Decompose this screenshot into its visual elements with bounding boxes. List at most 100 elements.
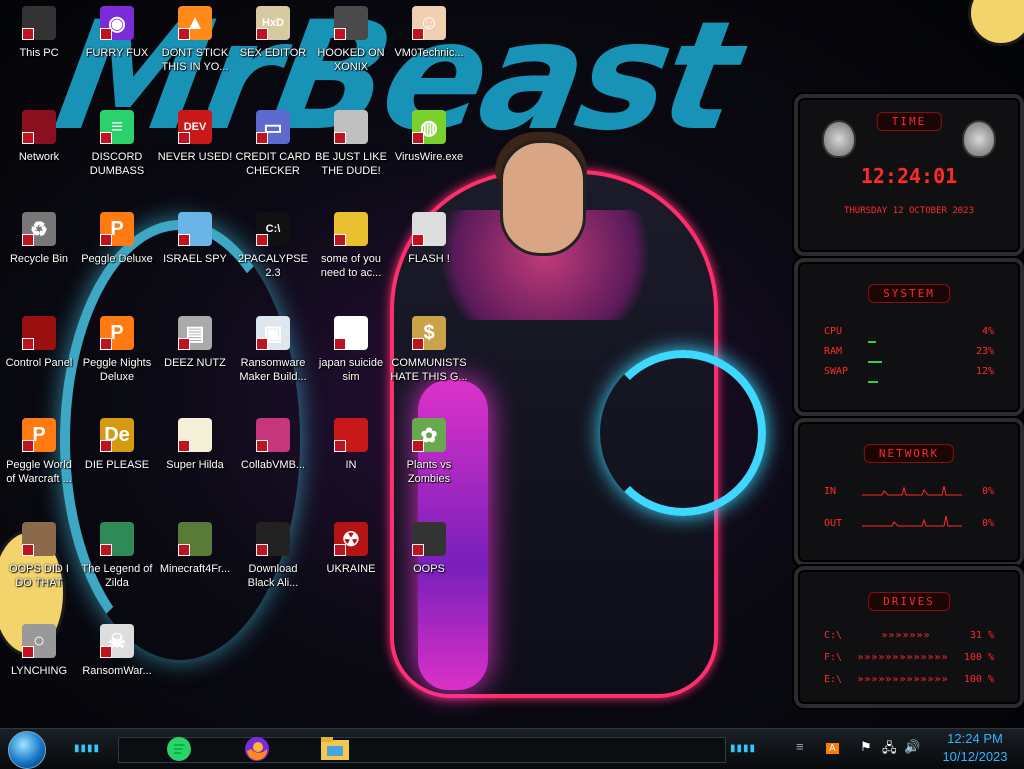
- collabvm-icon: [256, 418, 290, 452]
- time-widget: TIME 12:24:01 THURSDAY 12 OCTOBER 2023: [794, 94, 1024, 256]
- desktop-icon[interactable]: CollabVMB...: [234, 418, 312, 472]
- desktop-icon[interactable]: BE JUST LIKE THE DUDE!: [312, 110, 390, 178]
- desktop-icon-label: OOPS: [413, 563, 445, 575]
- desktop-icon-label: DISCORD DUMBASS: [89, 151, 145, 177]
- shortcut-overlay-icon: [334, 132, 346, 144]
- desktop-icon-label: This PC: [19, 47, 59, 59]
- credit-card-icon: ▭: [256, 110, 290, 144]
- desktop-icon[interactable]: De DIE PLEASE: [78, 418, 156, 472]
- desktop-icon-label: SEX EDITOR: [239, 47, 307, 59]
- network-icon[interactable]: 🖧: [882, 739, 897, 761]
- drive-c-row: C:\»»»»»»» 31 %: [824, 630, 994, 641]
- desktop-icon[interactable]: P Peggle World of Warcraft ...: [0, 418, 78, 486]
- desktop-icon[interactable]: ✿ Plants vs Zombies: [390, 418, 468, 486]
- ram-row: RAM 23%: [824, 346, 994, 357]
- lime-wire-icon: ◍: [412, 110, 446, 144]
- desktop-icon[interactable]: Minecraft4Fr...: [156, 522, 234, 576]
- desktop-icon-label: Network: [18, 151, 60, 163]
- flash-doc-icon: [412, 212, 446, 246]
- firefox-icon: ◉: [100, 6, 134, 40]
- desktop-icon[interactable]: ☺ VM0Technic...: [390, 6, 468, 60]
- time-readout: 12:24:01: [860, 164, 958, 188]
- flag-icon[interactable]: ⚑: [860, 739, 872, 755]
- desktop-icon[interactable]: ♻ Recycle Bin: [0, 212, 78, 266]
- desktop-icon[interactable]: ▣ Ransomware Maker Build...: [234, 316, 312, 384]
- desktop-icon-label: UKRAINE: [326, 563, 376, 575]
- green-chat-icon: ≡: [100, 110, 134, 144]
- control-panel-icon: [22, 316, 56, 350]
- volume-icon[interactable]: 🔊: [904, 739, 920, 755]
- desktop-icon[interactable]: Download Black Ali...: [234, 522, 312, 590]
- desktop-icon[interactable]: ◍ VirusWire.exe: [390, 110, 468, 164]
- red-ball-icon: [334, 418, 368, 452]
- desktop-icon-label: FURRY FUX: [85, 47, 149, 59]
- desktop-icon[interactable]: ▭ CREDIT CARD CHECKER: [234, 110, 312, 178]
- portrait-painting-icon: [22, 522, 56, 556]
- desktop-icon[interactable]: ☢ UKRAINE: [312, 522, 390, 576]
- desktop-icon[interactable]: IN: [312, 418, 390, 472]
- desktop-icon-label: Download Black Ali...: [247, 563, 299, 589]
- desktop-icon[interactable]: OOPS: [390, 522, 468, 576]
- swap-usage-bar: [868, 381, 878, 383]
- shortcut-overlay-icon: [334, 234, 346, 246]
- file-explorer-icon[interactable]: [320, 734, 350, 764]
- shortcut-overlay-icon: [256, 28, 268, 40]
- taskbar-clock[interactable]: 12:24 PM 10/12/2023: [936, 730, 1014, 766]
- computer-icon: [22, 6, 56, 40]
- desktop-icon[interactable]: Network: [0, 110, 78, 164]
- desktop-icon[interactable]: FLASH !: [390, 212, 468, 266]
- avast-icon[interactable]: A: [826, 739, 839, 754]
- desktop-icon[interactable]: P Peggle Deluxe: [78, 212, 156, 266]
- taskbar-decoration-left: ▮▮▮▮: [74, 743, 101, 754]
- desktop-icon-label: japan suicide sim: [318, 357, 384, 383]
- desktop-icon-label: Peggle World of Warcraft ...: [6, 459, 72, 485]
- desktop-icon[interactable]: HxD SEX EDITOR: [234, 6, 312, 60]
- system-widget: SYSTEM CPU 4% RAM 23% SWAP 12%: [794, 258, 1024, 416]
- start-orb-button[interactable]: [8, 731, 46, 769]
- firefox-icon[interactable]: [242, 734, 272, 764]
- desktop-icon[interactable]: This PC: [0, 6, 78, 60]
- desktop-icon-label: CollabVMB...: [240, 459, 306, 471]
- desktop-icon[interactable]: HOOKED ON XONIX: [312, 6, 390, 74]
- desktop-icon[interactable]: ▤ DEEZ NUTZ: [156, 316, 234, 370]
- desktop-icon[interactable]: C:\ 2PACALYPSE 2.3: [234, 212, 312, 280]
- wallpaper-cartoon-girl-top: [968, 0, 1024, 46]
- desktop-icon-label: Recycle Bin: [9, 253, 69, 265]
- desktop-icon-label: Peggle Deluxe: [81, 253, 153, 265]
- tray-overflow-icon[interactable]: ≡: [796, 739, 804, 754]
- chat-app-icon[interactable]: [164, 734, 194, 764]
- noose-icon: ○: [22, 624, 56, 658]
- desktop-icon[interactable]: P Peggle Nights Deluxe: [78, 316, 156, 384]
- desktop-icon[interactable]: $ COMMUNISTS HATE THIS G...: [390, 316, 468, 384]
- shortcut-overlay-icon: [22, 234, 34, 246]
- desktop-icon[interactable]: ISRAEL SPY: [156, 212, 234, 266]
- desktop-icon[interactable]: ≡ DISCORD DUMBASS: [78, 110, 156, 178]
- de-app-icon: De: [100, 418, 134, 452]
- shortcut-overlay-icon: [178, 234, 190, 246]
- swap-row: SWAP 12%: [824, 366, 994, 377]
- desktop-icon[interactable]: OOPS DID I DO THAT: [0, 522, 78, 590]
- cpu-row: CPU 4%: [824, 326, 994, 337]
- shortcut-overlay-icon: [22, 544, 34, 556]
- desktop-icon[interactable]: ○ LYNCHING: [0, 624, 78, 678]
- shortcut-overlay-icon: [22, 338, 34, 350]
- shortcut-overlay-icon: [100, 338, 112, 350]
- desktop-icon[interactable]: some of you need to ac...: [312, 212, 390, 280]
- cpu-usage-bar: [868, 341, 876, 343]
- desktop-icon[interactable]: ☠ RansomWar...: [78, 624, 156, 678]
- devcpp-icon: DEV: [178, 110, 212, 144]
- desktop-icon[interactable]: Super Hilda: [156, 418, 234, 472]
- desktop-icon[interactable]: ◉ FURRY FUX: [78, 6, 156, 60]
- network-widget: NETWORK IN 0% OUT 0%: [794, 418, 1024, 566]
- desktop-icon[interactable]: The Legend of Zilda: [78, 522, 156, 590]
- plant-icon: ✿: [412, 418, 446, 452]
- minecraft-block-icon: [178, 522, 212, 556]
- desktop-icon[interactable]: Control Panel: [0, 316, 78, 370]
- desktop-icon[interactable]: DEV NEVER USED!: [156, 110, 234, 164]
- shortcut-overlay-icon: [256, 234, 268, 246]
- shortcut-overlay-icon: [178, 338, 190, 350]
- desktop-icon[interactable]: ▲ DONT STICK THIS IN YO...: [156, 6, 234, 74]
- time-widget-title: TIME: [876, 112, 942, 131]
- shortcut-overlay-icon: [100, 544, 112, 556]
- desktop-icon[interactable]: ≡ japan suicide sim: [312, 316, 390, 384]
